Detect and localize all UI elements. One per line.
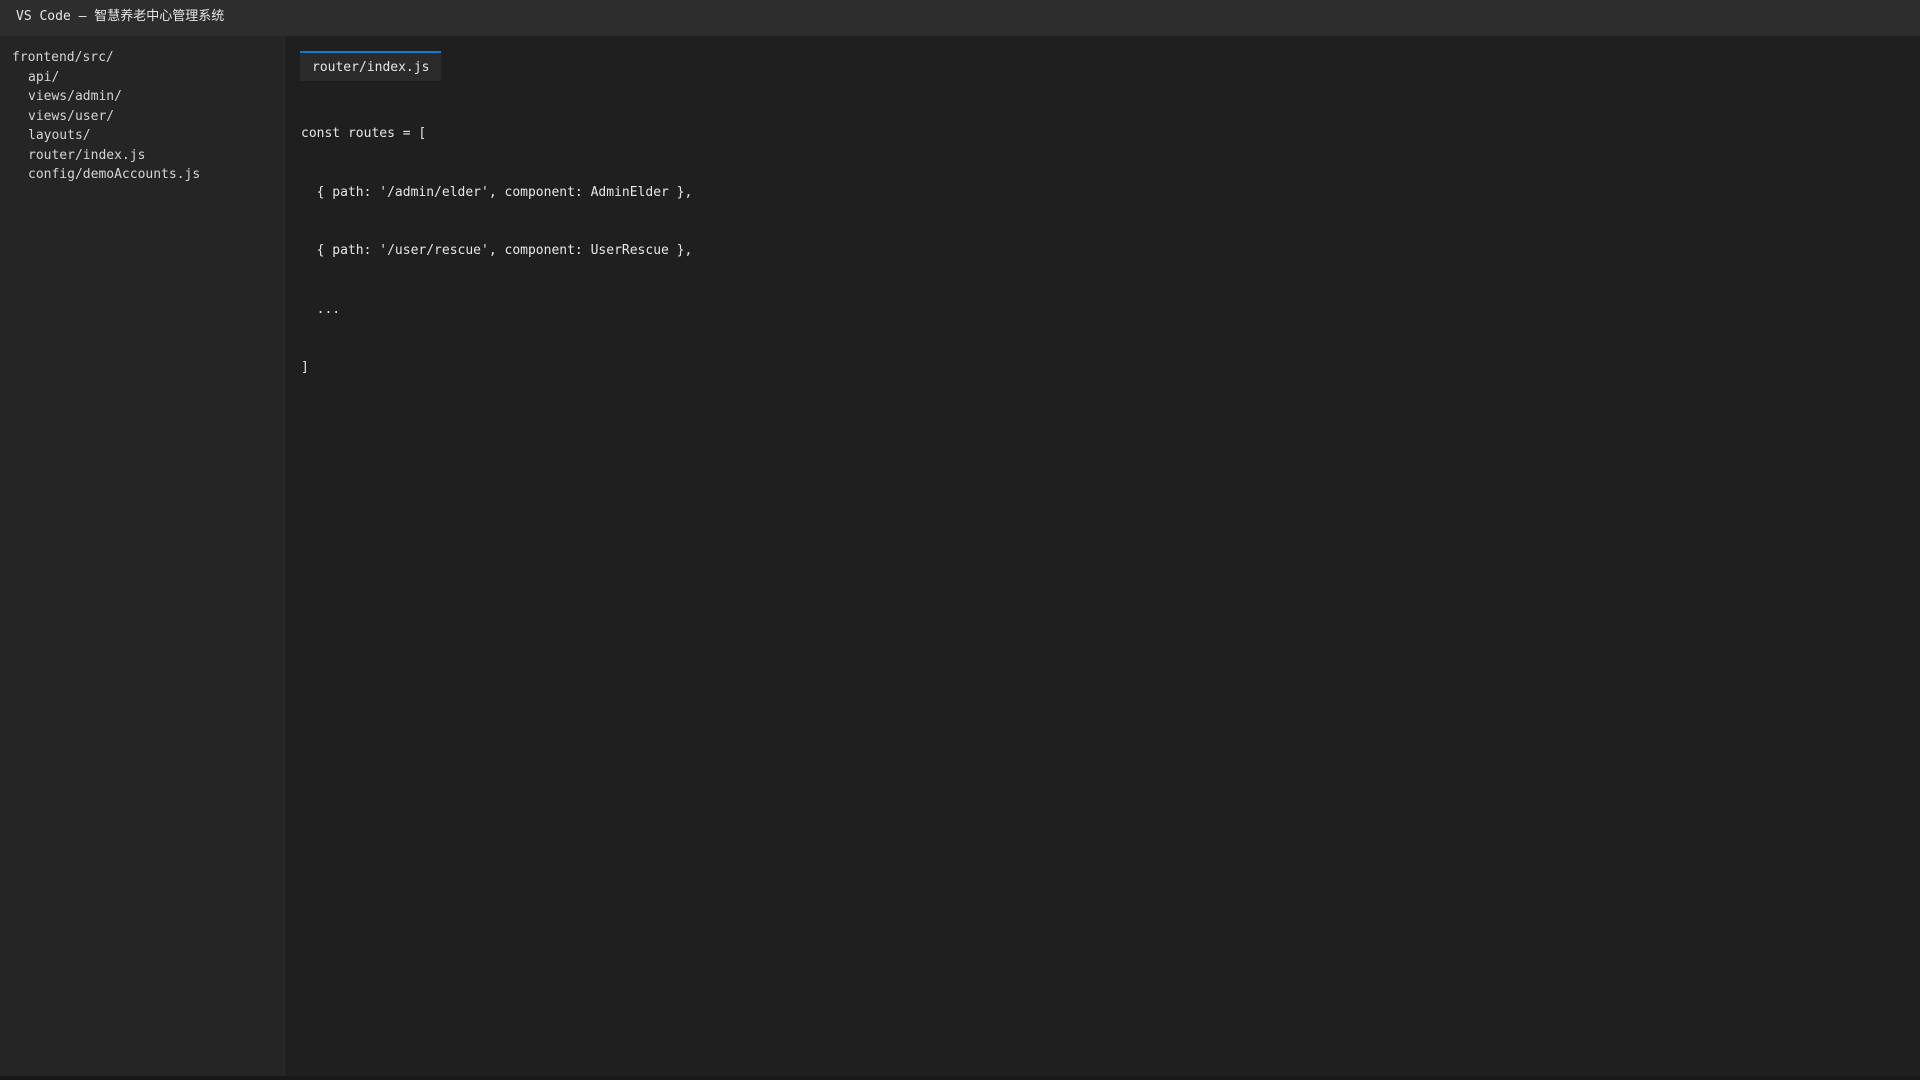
explorer-sidebar: frontend/src/ api/ views/admin/ views/us…	[0, 36, 285, 1076]
tab-router-index[interactable]: router/index.js	[300, 51, 442, 81]
code-line: { path: '/admin/elder', component: Admin…	[301, 184, 693, 200]
editor-tab-bar: router/index.js	[300, 51, 442, 81]
vscode-window: VS Code — 智慧养老中心管理系统 frontend/src/ api/ …	[0, 0, 1920, 1080]
tree-item-root-folder[interactable]: frontend/src/	[12, 48, 200, 68]
title-bar: VS Code — 智慧养老中心管理系统	[0, 0, 1920, 36]
tree-item-api[interactable]: api/	[12, 68, 200, 88]
editor-area[interactable]: router/index.js const routes = [ { path:…	[286, 36, 1920, 1076]
code-line: ...	[301, 301, 341, 317]
window-title: VS Code — 智慧养老中心管理系统	[16, 9, 225, 24]
code-line: ]	[301, 360, 309, 375]
tree-item-config-demo-accounts[interactable]: config/demoAccounts.js	[12, 165, 200, 185]
code-line: { path: '/user/rescue', component: UserR…	[301, 243, 693, 258]
tree-item-layouts[interactable]: layouts/	[12, 126, 200, 146]
code-line: const routes = [	[301, 126, 427, 141]
file-tree: frontend/src/ api/ views/admin/ views/us…	[12, 48, 200, 185]
status-bar	[0, 1076, 1920, 1080]
tree-item-views-admin[interactable]: views/admin/	[12, 87, 200, 107]
tree-item-router-index[interactable]: router/index.js	[12, 146, 200, 166]
code-content[interactable]: const routes = [ { path: '/admin/elder',…	[301, 85, 692, 417]
tree-item-views-user[interactable]: views/user/	[12, 107, 200, 127]
